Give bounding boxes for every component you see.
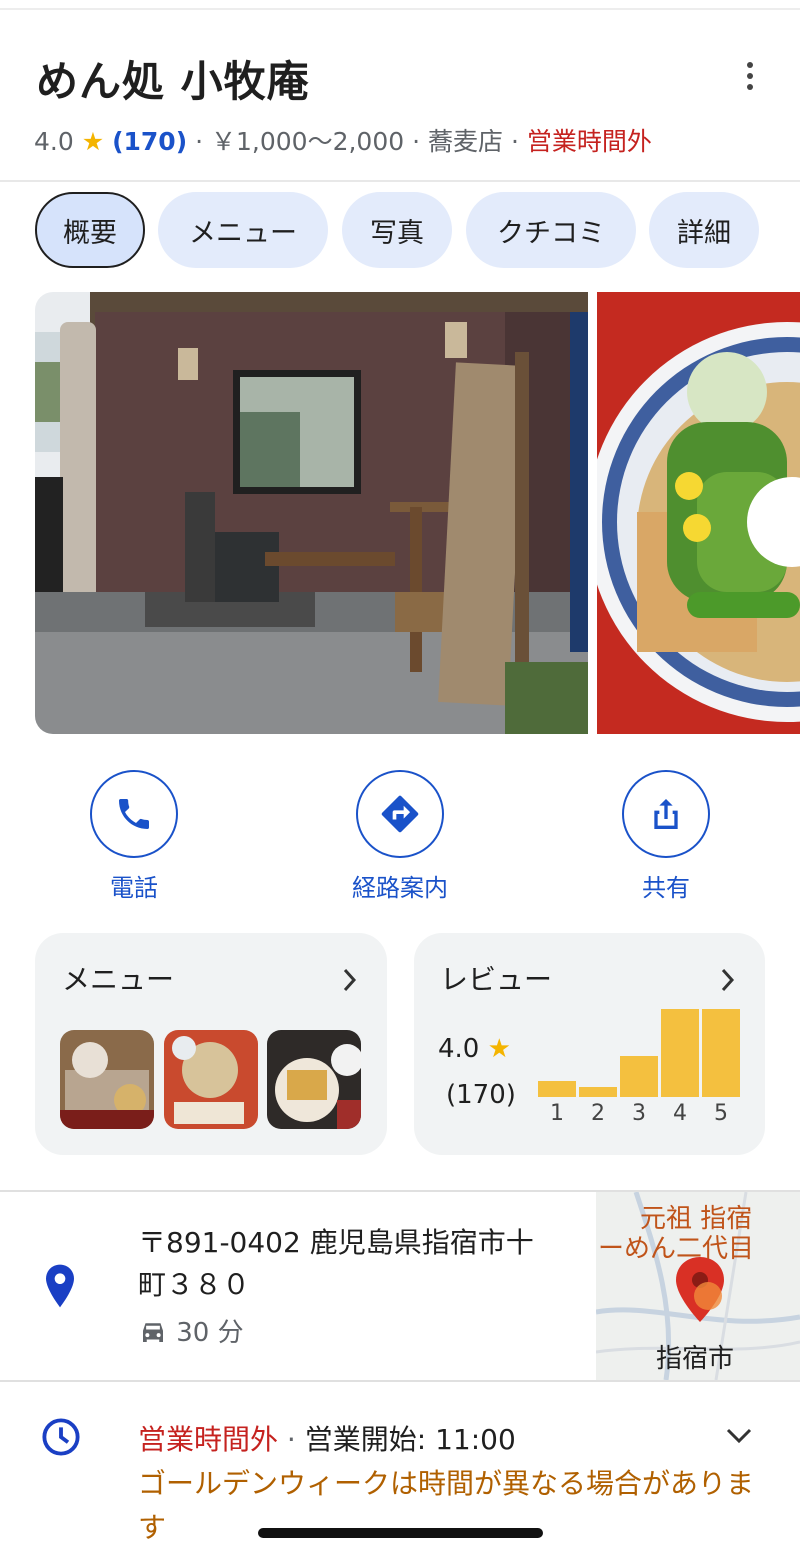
- tab-menu[interactable]: メニュー: [158, 192, 328, 268]
- opening-time: 営業開始: 11:00: [304, 1423, 516, 1456]
- review-card-title: レビュー: [440, 963, 553, 996]
- rating-bar-1: [538, 1081, 576, 1097]
- phone-icon: [119, 799, 149, 829]
- menu-thumbnail[interactable]: [60, 1030, 154, 1129]
- rating-bar-2: [579, 1087, 617, 1097]
- rating-bar-4: [661, 1009, 699, 1097]
- location-pin-icon: [46, 1264, 74, 1308]
- call-button[interactable]: [90, 770, 178, 858]
- review-count: (170): [446, 1080, 516, 1110]
- more-options-icon[interactable]: [738, 62, 762, 102]
- share-button[interactable]: [622, 770, 710, 858]
- review-rating: 4.0 ★: [438, 1034, 511, 1064]
- open-status: 営業時間外: [526, 127, 652, 156]
- chevron-down-icon[interactable]: [724, 1424, 754, 1448]
- divider: [0, 180, 800, 182]
- directions-label[interactable]: 経路案内: [300, 868, 500, 903]
- rating-bar-label: 4: [673, 1101, 687, 1126]
- star-icon: ★: [487, 1034, 511, 1064]
- hours-status: 営業時間外: [138, 1423, 279, 1456]
- tab-reviews[interactable]: クチコミ: [466, 192, 636, 268]
- price-range: ￥1,000〜2,000: [211, 127, 405, 156]
- review-count-link[interactable]: (170): [112, 127, 187, 156]
- drive-time-value: 30 分: [176, 1318, 244, 1348]
- meta-dot: ·: [510, 127, 519, 156]
- star-icon: ★: [81, 127, 105, 156]
- divider: [0, 1380, 800, 1382]
- food-photo[interactable]: [597, 292, 800, 734]
- chevron-right-icon[interactable]: [718, 966, 738, 994]
- rating-value: 4.0: [34, 127, 74, 156]
- rating-bar-label: 1: [550, 1101, 564, 1126]
- share-label[interactable]: 共有: [566, 868, 766, 903]
- meta-dot: ·: [412, 127, 421, 156]
- car-icon: [143, 1323, 163, 1342]
- rating-bar-5: [702, 1009, 740, 1097]
- clock-icon: [42, 1418, 80, 1456]
- rating-bar-label: 5: [714, 1101, 728, 1126]
- directions-icon: [381, 795, 419, 833]
- menu-thumbnail[interactable]: [267, 1030, 361, 1129]
- home-indicator[interactable]: [258, 1528, 543, 1538]
- storefront-photo[interactable]: [35, 292, 588, 734]
- tab-overview[interactable]: 概要: [35, 192, 145, 268]
- hours-summary[interactable]: 営業時間外 · 営業開始: 11:00: [138, 1418, 516, 1458]
- tab-details[interactable]: 詳細: [649, 192, 759, 268]
- review-rating-value: 4.0: [438, 1034, 480, 1064]
- top-divider: [0, 8, 800, 10]
- meta-dot: ·: [195, 127, 204, 156]
- map-city-label: 指宿市: [656, 1344, 735, 1374]
- rating-bar-3: [620, 1056, 658, 1097]
- place-title: めん処 小牧庵: [36, 57, 310, 106]
- map-poi-label: ーめん二代目: [598, 1234, 755, 1264]
- place-meta: 4.0 ★ (170) · ￥1,000〜2,000 · 蕎麦店 · 営業時間外: [34, 122, 652, 158]
- category: 蕎麦店: [428, 127, 504, 156]
- address-text[interactable]: 〒891-0402 鹿児島県指宿市十町３８０: [138, 1222, 558, 1306]
- directions-button[interactable]: [356, 770, 444, 858]
- meta-dot: ·: [286, 1423, 296, 1456]
- rating-bar-label: 3: [632, 1101, 646, 1126]
- chevron-right-icon[interactable]: [340, 966, 360, 994]
- share-icon: [654, 799, 678, 829]
- menu-thumbnail[interactable]: [164, 1030, 258, 1129]
- menu-card-title: メニュー: [62, 963, 175, 996]
- drive-time: 30 分: [138, 1312, 244, 1349]
- rating-bar-label: 2: [591, 1101, 605, 1126]
- call-label[interactable]: 電話: [34, 868, 234, 903]
- tab-photos[interactable]: 写真: [342, 192, 452, 268]
- map-thumbnail[interactable]: 元祖 指宿 ーめん二代目 指宿市: [596, 1192, 800, 1380]
